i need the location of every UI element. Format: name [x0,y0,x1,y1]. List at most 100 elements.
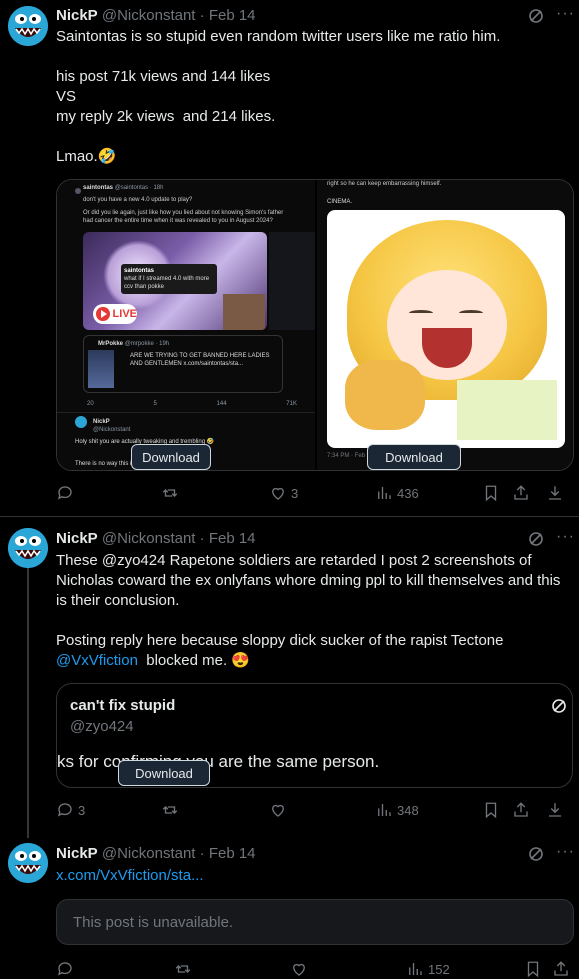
like-button[interactable] [269,801,291,819]
embedded-quote: MrPokke @mrpokke · 19h ARE WE TRYING TO … [83,335,283,393]
bookmark-icon [485,485,497,502]
reply-button[interactable] [56,484,78,502]
post-header: NickP @Nickonstant · Feb 14 [56,7,256,24]
views-button[interactable]: 152 [406,960,450,978]
grok-icon[interactable] [528,531,544,547]
post-date[interactable]: Feb 14 [209,845,256,862]
views-icon [378,487,391,499]
views-icon [409,963,422,975]
author-handle[interactable]: @Nickonstant [102,845,196,862]
repost-button[interactable] [161,801,183,819]
author-name[interactable]: NickP [56,7,98,24]
grok-icon[interactable] [528,8,544,24]
side-panel [269,232,315,330]
media-grid[interactable]: saintontas @saintontas · 18h don't you h… [56,179,574,471]
more-options-icon[interactable]: ··· [556,529,574,547]
author-handle[interactable]: @Nickonstant [102,7,196,24]
mention-link[interactable]: @VxVfiction [56,652,138,669]
download-icon [549,803,561,817]
bookmark-button[interactable] [482,484,500,502]
reply-icon [57,803,72,817]
quoted-post[interactable]: can't fix stupid @zyo424 ks for confirmi… [56,683,573,788]
eye-left [409,310,433,316]
action-bar: 3 348 [56,801,568,821]
embedded-stats: 20 5 144 71K [87,401,297,407]
download-icon-button[interactable] [546,484,564,502]
more-options-icon[interactable]: ··· [556,844,574,862]
views-button[interactable]: 348 [375,801,419,819]
more-options-icon[interactable]: ··· [556,6,574,24]
repost-icon [175,965,191,973]
quote-text: ks for confirming you are the same perso… [57,752,380,771]
eye-right [459,310,483,316]
views-icon [378,804,391,816]
repost-icon [162,806,178,814]
download-button[interactable]: Download [131,444,211,470]
mini-avatar [75,188,81,194]
heart-icon [293,963,305,976]
post-link[interactable]: x.com/VxVfiction/sta... [56,866,566,886]
embedded-text-1: don't you have a new 4.0 update to play? [83,197,193,203]
reply-button[interactable] [56,960,78,978]
pointing-hand [345,360,425,430]
share-button[interactable] [552,960,570,978]
reply-avatar [75,416,87,428]
quote-author-name: can't fix stupid [70,697,176,714]
reply-icon [57,486,72,500]
author-handle[interactable]: @Nickonstant [102,530,196,547]
stream-thumbnail: saintontas what if I streamed 4.0 with m… [83,232,267,330]
bookmark-button[interactable] [524,960,542,978]
post-date[interactable]: Feb 14 [209,530,256,547]
streamer-face [223,294,265,330]
grok-icon[interactable] [528,846,544,862]
post-date[interactable]: Feb 14 [209,7,256,24]
author-name[interactable]: NickP [56,530,98,547]
unavailable-post-notice: This post is unavailable. [56,899,574,945]
share-button[interactable] [512,801,530,819]
action-bar: 3 436 [56,484,568,504]
heart-icon [272,487,284,500]
live-badge: LIVE [93,304,137,324]
repost-button[interactable] [174,960,196,978]
separator-dot: · [199,530,205,547]
media-image-right[interactable]: right so he can keep embarrassing himsel… [317,180,573,470]
repost-button[interactable] [161,484,183,502]
separator-dot: · [199,7,205,24]
bookmark-icon [527,961,539,978]
embedded-text-2: Or did you lie again, just like how you … [83,210,284,224]
media-image-left[interactable]: saintontas @saintontas · 18h don't you h… [57,180,315,470]
quote-thumbnail [88,350,114,388]
download-icon-button[interactable] [546,801,564,819]
repost-icon [162,489,178,497]
post-header: NickP @Nickonstant · Feb 14 [56,530,256,547]
like-button[interactable] [290,960,312,978]
avatar[interactable] [8,843,48,883]
post-text: Saintontas is so stupid even random twit… [56,28,501,165]
bookmark-icon [485,802,497,819]
grok-icon[interactable] [551,698,567,714]
bookmark-button[interactable] [482,801,500,819]
download-icon [549,486,561,500]
avatar[interactable] [8,528,48,568]
action-bar: 152 [56,960,568,979]
anime-image [327,210,565,448]
share-button[interactable] [512,484,530,502]
views-button[interactable]: 436 [375,484,419,502]
share-icon [514,802,528,817]
reply-button[interactable]: 3 [56,801,85,819]
post-header: NickP @Nickonstant · Feb 14 [56,845,256,862]
quote-author-handle: @zyo424 [70,718,134,735]
author-name[interactable]: NickP [56,845,98,862]
download-button[interactable]: Download [367,444,461,470]
share-icon [554,961,568,976]
embedded-author: saintontas @saintontas · 18h [83,185,164,191]
like-button[interactable]: 3 [269,484,298,502]
overlay-card: saintontas what if I streamed 4.0 with m… [121,264,217,294]
post-text: These @zyo424 Rapetone soldiers are reta… [56,552,561,669]
heart-icon [272,804,284,817]
download-button[interactable]: Download [118,760,210,786]
avatar[interactable] [8,6,48,46]
caption-text: CINEMA. [327,199,353,205]
post-1[interactable]: NickP @Nickonstant · Feb 14 ··· Saintont… [0,0,579,516]
separator-dot: · [199,845,205,862]
